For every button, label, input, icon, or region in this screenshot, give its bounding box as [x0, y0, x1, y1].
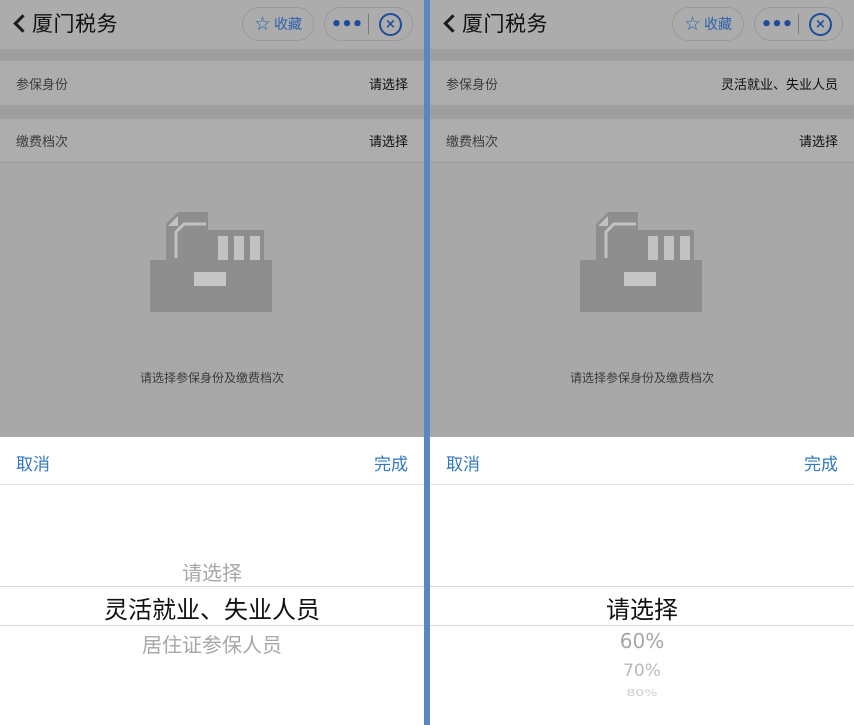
cancel-button[interactable]: 取消	[446, 450, 480, 475]
right-screen: 厦门税务 ☆ 收藏 ••• × 参保身份 灵活就业、失业人员 缴费档次 请选择	[430, 0, 854, 725]
star-icon: ☆	[683, 12, 702, 35]
more-icon[interactable]: •••	[325, 8, 368, 40]
cancel-button[interactable]: 取消	[16, 450, 50, 475]
picker-option[interactable]: 居住证参保人员	[0, 629, 424, 658]
picker-option[interactable]: 80%	[430, 687, 854, 698]
close-circle-icon: ×	[379, 12, 402, 36]
close-circle-icon: ×	[809, 12, 832, 36]
done-button[interactable]: 完成	[804, 450, 838, 475]
picker-toolbar: 取消 完成	[0, 437, 424, 485]
row-gap	[0, 49, 424, 61]
picker-option-selected[interactable]: 灵活就业、失业人员	[0, 590, 424, 625]
close-button[interactable]: ×	[799, 8, 842, 40]
empty-box-icon	[150, 212, 272, 312]
row-gap	[430, 49, 854, 61]
identity-value[interactable]: 灵活就业、失业人员	[721, 74, 838, 93]
identity-value[interactable]: 请选择	[369, 74, 408, 93]
chevron-left-icon	[13, 13, 32, 33]
level-row[interactable]: 缴费档次 请选择	[0, 119, 424, 163]
identity-label: 参保身份	[446, 77, 499, 93]
chevron-left-icon	[443, 13, 462, 33]
picker-option-selected[interactable]: 请选择	[430, 590, 854, 625]
picker-toolbar: 取消 完成	[430, 437, 854, 485]
close-button[interactable]: ×	[369, 8, 412, 40]
favorite-button[interactable]: ☆ 收藏	[672, 7, 744, 41]
identity-row[interactable]: 参保身份 灵活就业、失业人员	[430, 61, 854, 105]
page-title: 厦门税务	[32, 12, 118, 36]
back-button[interactable]: 厦门税务	[440, 8, 548, 38]
menu-capsule: ••• ×	[324, 7, 413, 41]
level-value[interactable]: 请选择	[799, 131, 838, 150]
back-button[interactable]: 厦门税务	[10, 8, 118, 38]
identity-label: 参保身份	[16, 77, 69, 93]
more-icon[interactable]: •••	[755, 8, 798, 40]
row-gap	[0, 105, 424, 119]
form-area: 参保身份 请选择 缴费档次 请选择 请选择参保身份及缴费档次	[0, 49, 424, 437]
form-area: 参保身份 灵活就业、失业人员 缴费档次 请选择 请选择参保身份及缴费档次	[430, 49, 854, 437]
wheel-indicator-bottom	[430, 625, 854, 626]
wheel-indicator-top	[430, 586, 854, 587]
star-icon: ☆	[253, 12, 272, 35]
level-label: 缴费档次	[446, 135, 499, 150]
favorite-button[interactable]: ☆ 收藏	[242, 7, 314, 41]
level-row[interactable]: 缴费档次 请选择	[430, 119, 854, 163]
empty-hint: 请选择参保身份及缴费档次	[569, 371, 714, 385]
picker-wheel[interactable]: 请选择 灵活就业、失业人员 居住证参保人员	[0, 485, 424, 725]
wheel-indicator-bottom	[0, 625, 424, 626]
menu-capsule: ••• ×	[754, 7, 843, 41]
row-gap	[430, 105, 854, 119]
picker-option[interactable]: 请选择	[0, 557, 424, 586]
top-bar: 厦门税务 ☆ 收藏 ••• ×	[0, 0, 424, 49]
favorite-label: 收藏	[704, 17, 733, 33]
identity-row[interactable]: 参保身份 请选择	[0, 61, 424, 105]
left-screen: 厦门税务 ☆ 收藏 ••• × 参保身份 请选择 缴费档次 请选择 请选择参保身…	[0, 0, 424, 725]
picker-option[interactable]: 70%	[430, 661, 854, 681]
top-bar: 厦门税务 ☆ 收藏 ••• ×	[430, 0, 854, 49]
level-label: 缴费档次	[16, 135, 69, 150]
page-title: 厦门税务	[462, 12, 548, 36]
picker-wheel[interactable]: 请选择 60% 70% 80%	[430, 485, 854, 725]
wheel-indicator-top	[0, 586, 424, 587]
level-value[interactable]: 请选择	[369, 131, 408, 150]
empty-hint: 请选择参保身份及缴费档次	[139, 371, 284, 385]
empty-box-icon	[580, 212, 702, 312]
picker-option[interactable]: 60%	[430, 629, 854, 653]
done-button[interactable]: 完成	[374, 450, 408, 475]
favorite-label: 收藏	[274, 17, 303, 33]
